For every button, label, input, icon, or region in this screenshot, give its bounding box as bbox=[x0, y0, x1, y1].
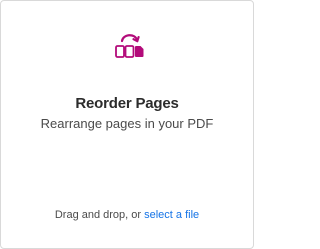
dropzone-prefix: Drag and drop, or bbox=[54, 209, 142, 221]
dropzone-text: Drag and drop, or select a file bbox=[1, 209, 253, 221]
select-file-link[interactable]: select a file bbox=[144, 209, 199, 221]
card-title: Reorder Pages bbox=[75, 95, 179, 112]
reorder-pages-card[interactable]: Reorder Pages Rearrange pages in your PD… bbox=[0, 0, 254, 249]
reorder-pages-icon bbox=[113, 31, 147, 61]
card-subtitle: Rearrange pages in your PDF bbox=[40, 116, 214, 131]
